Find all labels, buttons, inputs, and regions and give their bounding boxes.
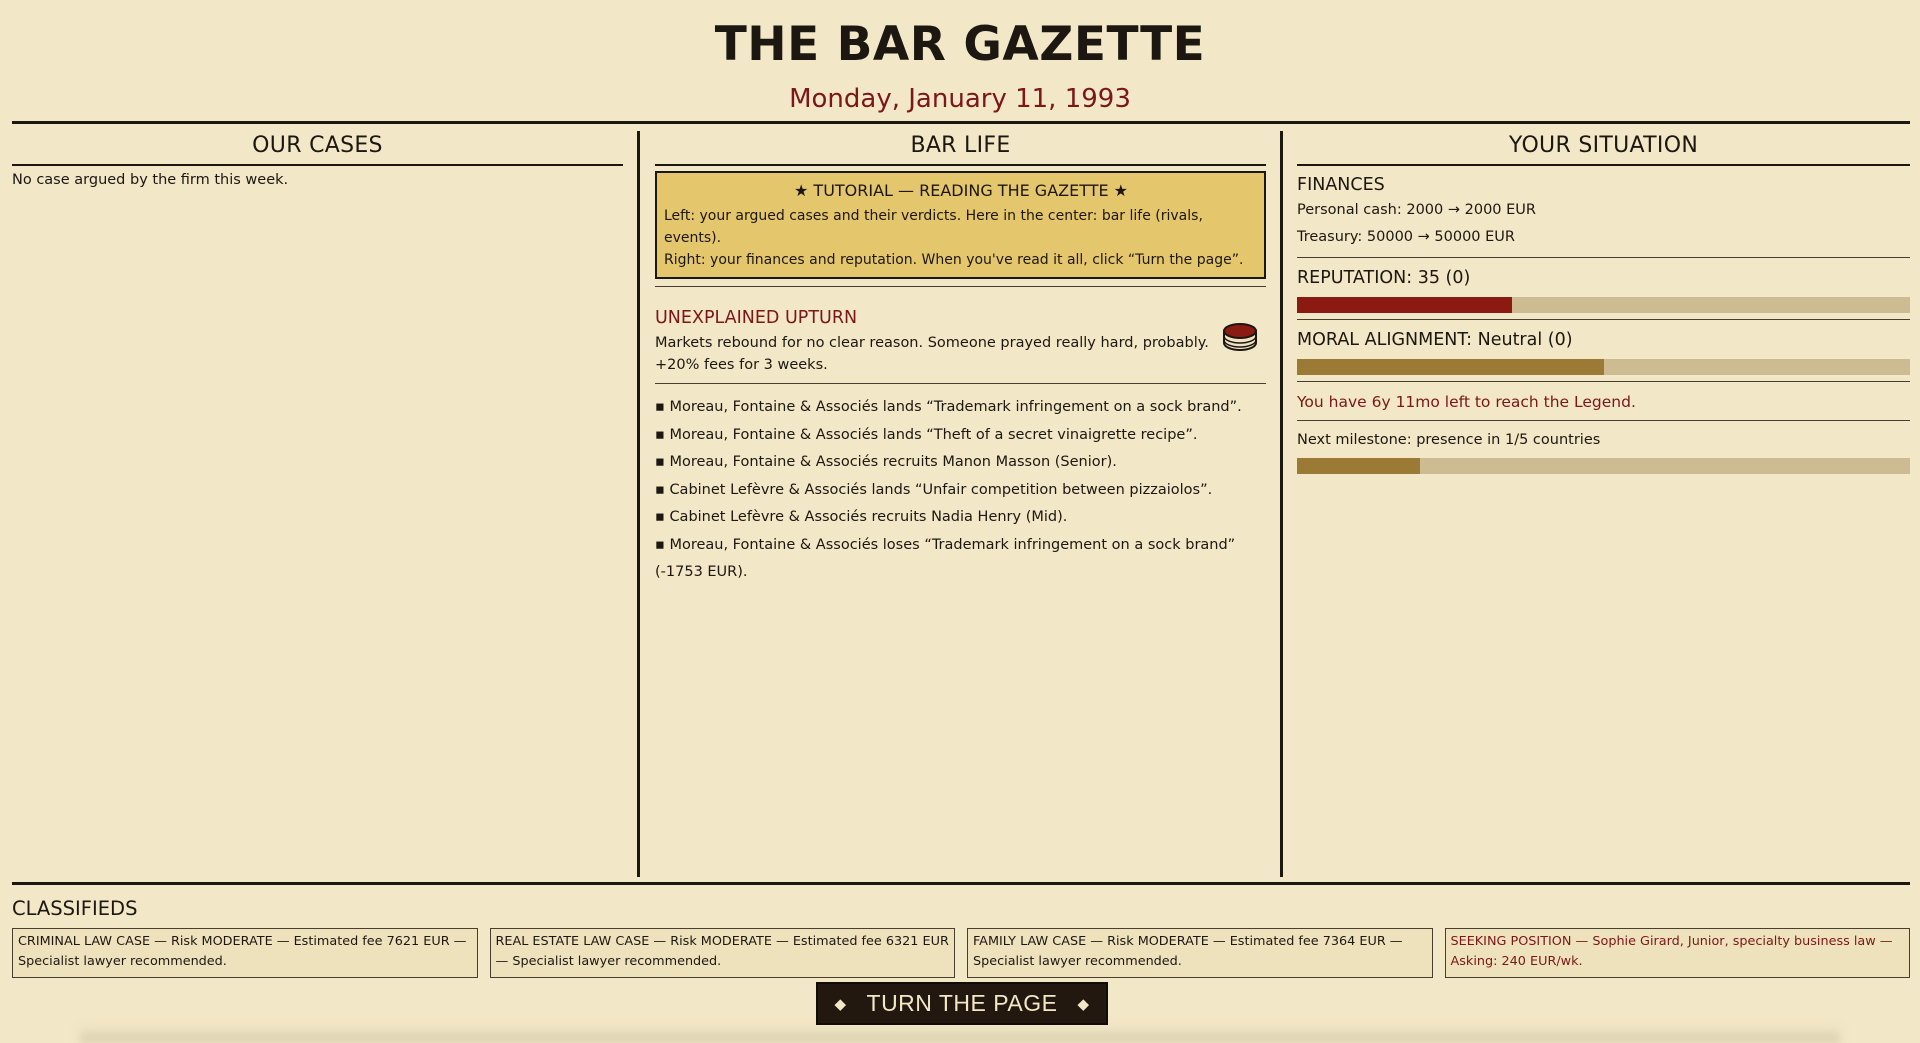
our-cases-heading: OUR CASES xyxy=(12,131,623,166)
coin-stack-icon xyxy=(1223,323,1257,351)
legend-countdown: You have 6y 11mo left to reach the Legen… xyxy=(1297,393,1636,411)
classified-ad[interactable]: REAL ESTATE LAW CASE — Risk MODERATE — E… xyxy=(489,928,955,978)
page-shadow xyxy=(80,1025,1840,1043)
milestone-bar-fill xyxy=(1297,458,1420,474)
classified-ad-seeking-position[interactable]: SEEKING POSITION — Sophie Girard, Junior… xyxy=(1444,928,1910,978)
classified-ads: CRIMINAL LAW CASE — Risk MODERATE — Esti… xyxy=(12,928,1910,978)
classifieds-heading: CLASSIFIEDS xyxy=(12,897,138,920)
reputation-bar xyxy=(1297,297,1910,313)
bar-life-column: BAR LIFE ★ TUTORIAL — READING THE GAZETT… xyxy=(640,131,1283,877)
milestone-label: Next milestone: presence in 1/5 countrie… xyxy=(1297,432,1601,448)
event-title: UNEXPLAINED UPTURN xyxy=(655,308,858,328)
issue-date: Monday, January 11, 1993 xyxy=(789,84,1131,114)
tutorial-line-1: Left: your argued cases and their verdic… xyxy=(664,208,1203,246)
divider xyxy=(1297,420,1910,421)
classifieds-section: CLASSIFIEDS CRIMINAL LAW CASE — Risk MOD… xyxy=(12,882,1910,978)
masthead-divider xyxy=(12,121,1910,124)
your-situation-heading: YOUR SITUATION xyxy=(1297,131,1910,166)
masthead: THE BAR GAZETTE Monday, January 11, 1993 xyxy=(0,0,1920,115)
reputation-label: REPUTATION: 35 (0) xyxy=(1297,268,1471,288)
news-item: Moreau, Fontaine & Associés recruits Man… xyxy=(655,449,1266,477)
classified-ad[interactable]: CRIMINAL LAW CASE — Risk MODERATE — Esti… xyxy=(12,928,478,978)
classified-ad[interactable]: FAMILY LAW CASE — Risk MODERATE — Estima… xyxy=(967,928,1433,978)
personal-cash: Personal cash: 2000 → 2000 EUR xyxy=(1297,202,1536,218)
tutorial-box: ★ TUTORIAL — READING THE GAZETTE ★ Left:… xyxy=(655,171,1266,279)
turn-the-page-label: TURN THE PAGE xyxy=(866,990,1058,1016)
divider xyxy=(655,286,1266,287)
treasury: Treasury: 50000 → 50000 EUR xyxy=(1297,229,1515,245)
turn-the-page-button[interactable]: ◆ TURN THE PAGE ◆ xyxy=(816,982,1108,1025)
moral-alignment-bar-fill xyxy=(1297,359,1604,375)
milestone-bar xyxy=(1297,458,1910,474)
event-description: Markets rebound for no clear reason. Som… xyxy=(655,335,1209,351)
divider xyxy=(1297,381,1910,382)
news-item: Moreau, Fontaine & Associés lands “Trade… xyxy=(655,394,1266,422)
moral-alignment-bar xyxy=(1297,359,1910,375)
columns: OUR CASES No case argued by the firm thi… xyxy=(12,131,1910,877)
divider xyxy=(655,383,1266,384)
divider xyxy=(1297,319,1910,320)
divider xyxy=(1297,257,1910,258)
no-cases-note: No case argued by the firm this week. xyxy=(12,172,289,188)
gazette-page: THE BAR GAZETTE Monday, January 11, 1993… xyxy=(0,0,1920,1043)
finances-heading: FINANCES xyxy=(1297,175,1385,195)
newspaper-title: THE BAR GAZETTE xyxy=(714,17,1206,72)
our-cases-column: OUR CASES No case argued by the firm thi… xyxy=(12,131,640,877)
bar-life-heading: BAR LIFE xyxy=(655,131,1266,166)
moral-alignment-label: MORAL ALIGNMENT: Neutral (0) xyxy=(1297,330,1573,350)
reputation-bar-fill xyxy=(1297,297,1512,313)
news-item: Cabinet Lefèvre & Associés recruits Nadi… xyxy=(655,504,1266,532)
news-list: Moreau, Fontaine & Associés lands “Trade… xyxy=(655,394,1266,587)
diamond-icon: ◆ xyxy=(834,995,847,1013)
news-item: Moreau, Fontaine & Associés lands “Theft… xyxy=(655,422,1266,450)
event-item: UNEXPLAINED UPTURN Markets rebound for n… xyxy=(655,294,1266,376)
news-item: Cabinet Lefèvre & Associés lands “Unfair… xyxy=(655,477,1266,505)
news-item: Moreau, Fontaine & Associés loses “Trade… xyxy=(655,532,1266,587)
tutorial-title: ★ TUTORIAL — READING THE GAZETTE ★ xyxy=(793,181,1129,200)
tutorial-line-2: Right: your finances and reputation. Whe… xyxy=(664,252,1244,268)
diamond-icon: ◆ xyxy=(1077,995,1090,1013)
your-situation-column: YOUR SITUATION FINANCES Personal cash: 2… xyxy=(1283,131,1910,877)
event-effect: +20% fees for 3 weeks. xyxy=(655,357,828,373)
